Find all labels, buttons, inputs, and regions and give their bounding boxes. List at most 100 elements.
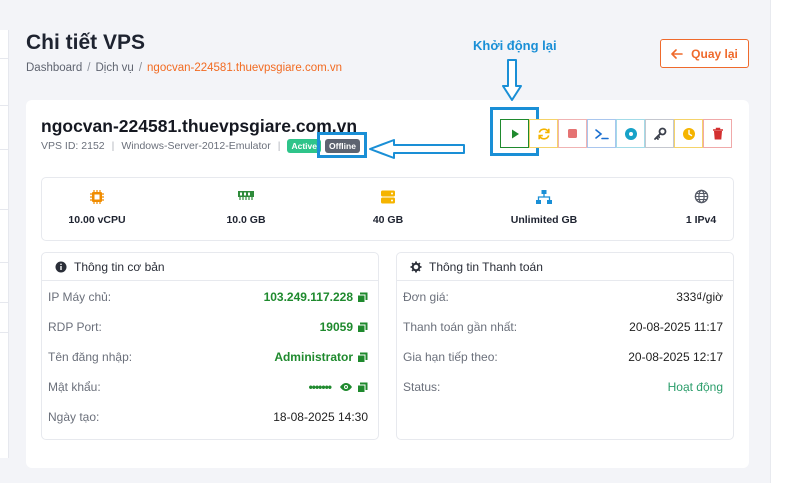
renew-button[interactable]: [674, 119, 703, 148]
breadcrumb-current: ngocvan-224581.thuevpsgiare.com.vn: [147, 62, 343, 74]
password-masked: •••••••: [308, 380, 332, 394]
network-icon: [536, 190, 552, 204]
breadcrumb-services[interactable]: Dịch vụ: [95, 62, 133, 74]
info-row-rdp-port: RDP Port: 19059: [48, 319, 368, 335]
billing-value-price: 333₫/giờ: [676, 290, 723, 304]
meta-separator: |: [277, 140, 281, 152]
info-value-password: •••••••: [309, 380, 368, 394]
breadcrumb-separator: /: [138, 62, 143, 74]
ram-icon: [238, 191, 254, 200]
info-icon: [55, 261, 67, 272]
billing-info-header: Thông tin Thanh toán: [397, 253, 733, 281]
sidebar-divider: [0, 105, 9, 106]
info-row-password: Mật khẩu: •••••••: [48, 379, 368, 395]
vps-hostname: ngocvan-224581.thuevpsgiare.com.vn: [41, 116, 358, 136]
sidebar-divider: [0, 58, 9, 59]
spec-bandwidth: Unlimited GB: [494, 178, 594, 242]
copy-icon[interactable]: [357, 352, 368, 363]
resource-specs: 10.00 vCPU 10.0 GB 40 GB Unlimited GB 1 …: [41, 177, 734, 241]
info-row-username: Tên đăng nhập: Administrator: [48, 349, 368, 365]
stop-icon: [568, 129, 577, 138]
billing-row-last-payment: Thanh toán gần nhất: 20-08-2025 11:17: [403, 319, 723, 335]
billing-row-status: Status: Hoạt động: [403, 379, 723, 395]
ip-address: 103.249.117.228: [263, 290, 353, 304]
start-button[interactable]: [500, 119, 529, 148]
reinstall-button[interactable]: [616, 119, 645, 148]
spec-bandwidth-value: Unlimited GB: [510, 214, 578, 226]
password-button[interactable]: [645, 119, 674, 148]
info-key: Mật khẩu:: [48, 380, 101, 394]
billing-value-next-renewal: 20-08-2025 12:17: [628, 350, 723, 364]
billing-key: Đơn giá:: [403, 290, 449, 304]
disk-icon: [381, 190, 395, 204]
spec-ip: 1 IPv4: [655, 178, 747, 242]
annotation-arrow-left-icon: [369, 139, 465, 159]
info-key: Tên đăng nhập:: [48, 350, 133, 364]
vps-meta: VPS ID: 2152 | Windows-Server-2012-Emula…: [41, 139, 360, 153]
copy-icon[interactable]: [357, 322, 368, 333]
spec-ram-value: 10.0 GB: [226, 214, 266, 226]
annotation-label: Khởi động lại: [473, 38, 557, 53]
back-button[interactable]: Quay lại: [660, 39, 749, 68]
spec-ip-value: 1 IPv4: [685, 214, 717, 226]
breadcrumb: Dashboard / Dịch vụ / ngocvan-224581.thuevps…: [26, 62, 342, 74]
info-value-rdp-port: 19059: [320, 320, 368, 334]
breadcrumb-separator: /: [87, 62, 91, 74]
spec-disk: 40 GB: [338, 178, 438, 242]
info-row-created: Ngày tạo: 18-08-2025 14:30: [48, 409, 368, 425]
billing-key: Thanh toán gần nhất:: [403, 320, 518, 334]
info-row-ip: IP Máy chủ: 103.249.117.228: [48, 289, 368, 305]
billing-key: Status:: [403, 380, 441, 394]
left-sidebar-edge: [0, 30, 9, 458]
spec-cpu-value: 10.00 vCPU: [68, 214, 126, 226]
sidebar-divider: [0, 149, 9, 150]
breadcrumb-dashboard[interactable]: Dashboard: [26, 62, 82, 74]
cpu-icon: [90, 190, 104, 204]
back-button-label: Quay lại: [691, 46, 738, 61]
basic-info-panel: Thông tin cơ bản IP Máy chủ: 103.249.117…: [41, 252, 379, 440]
billing-info-panel: Thông tin Thanh toán Đơn giá: 333₫/giờ T…: [396, 252, 734, 440]
info-key: RDP Port:: [48, 320, 102, 334]
delete-button[interactable]: [703, 119, 732, 148]
copy-icon[interactable]: [357, 382, 368, 393]
annotation-highlight-offline: [317, 132, 367, 158]
refresh-icon: [537, 127, 550, 140]
sidebar-divider: [0, 262, 9, 263]
sidebar-divider: [0, 302, 9, 303]
arrow-left-icon: [671, 48, 683, 59]
info-value-created: 18-08-2025 14:30: [273, 410, 368, 424]
restart-button[interactable]: [529, 119, 558, 148]
spec-cpu: 10.00 vCPU: [42, 178, 152, 242]
annotation-arrow-down-icon: [502, 59, 522, 101]
billing-row-price: Đơn giá: 333₫/giờ: [403, 289, 723, 305]
info-key: IP Máy chủ:: [48, 290, 112, 304]
username: Administrator: [274, 350, 353, 364]
info-value-username: Administrator: [274, 350, 368, 364]
globe-icon: [694, 189, 708, 204]
billing-key: Gia hạn tiếp theo:: [403, 350, 498, 364]
eye-icon[interactable]: [339, 382, 353, 392]
basic-info-header: Thông tin cơ bản: [42, 253, 378, 281]
basic-info-title: Thông tin cơ bản: [74, 259, 165, 274]
page-title: Chi tiết VPS: [26, 31, 146, 54]
key-icon: [653, 127, 666, 140]
vps-action-toolbar: [500, 119, 732, 148]
play-icon: [511, 129, 519, 138]
billing-value-status: Hoạt động: [667, 380, 723, 394]
clock-icon: [682, 127, 695, 140]
copy-icon[interactable]: [357, 292, 368, 303]
right-edge-panel: [770, 0, 800, 483]
disc-icon: [624, 127, 637, 140]
billing-value-last-payment: 20-08-2025 11:17: [629, 320, 723, 334]
stop-button[interactable]: [558, 119, 587, 148]
console-button[interactable]: [587, 119, 616, 148]
sidebar-divider: [0, 209, 9, 210]
info-value-ip: 103.249.117.228: [264, 290, 368, 304]
gear-icon: [410, 261, 422, 272]
billing-row-next-renewal: Gia hạn tiếp theo: 20-08-2025 12:17: [403, 349, 723, 365]
trash-icon: [712, 127, 723, 139]
rdp-port: 19059: [319, 320, 353, 334]
meta-separator: |: [111, 140, 115, 152]
vps-id: VPS ID: 2152: [41, 140, 105, 152]
sidebar-divider: [0, 332, 9, 333]
